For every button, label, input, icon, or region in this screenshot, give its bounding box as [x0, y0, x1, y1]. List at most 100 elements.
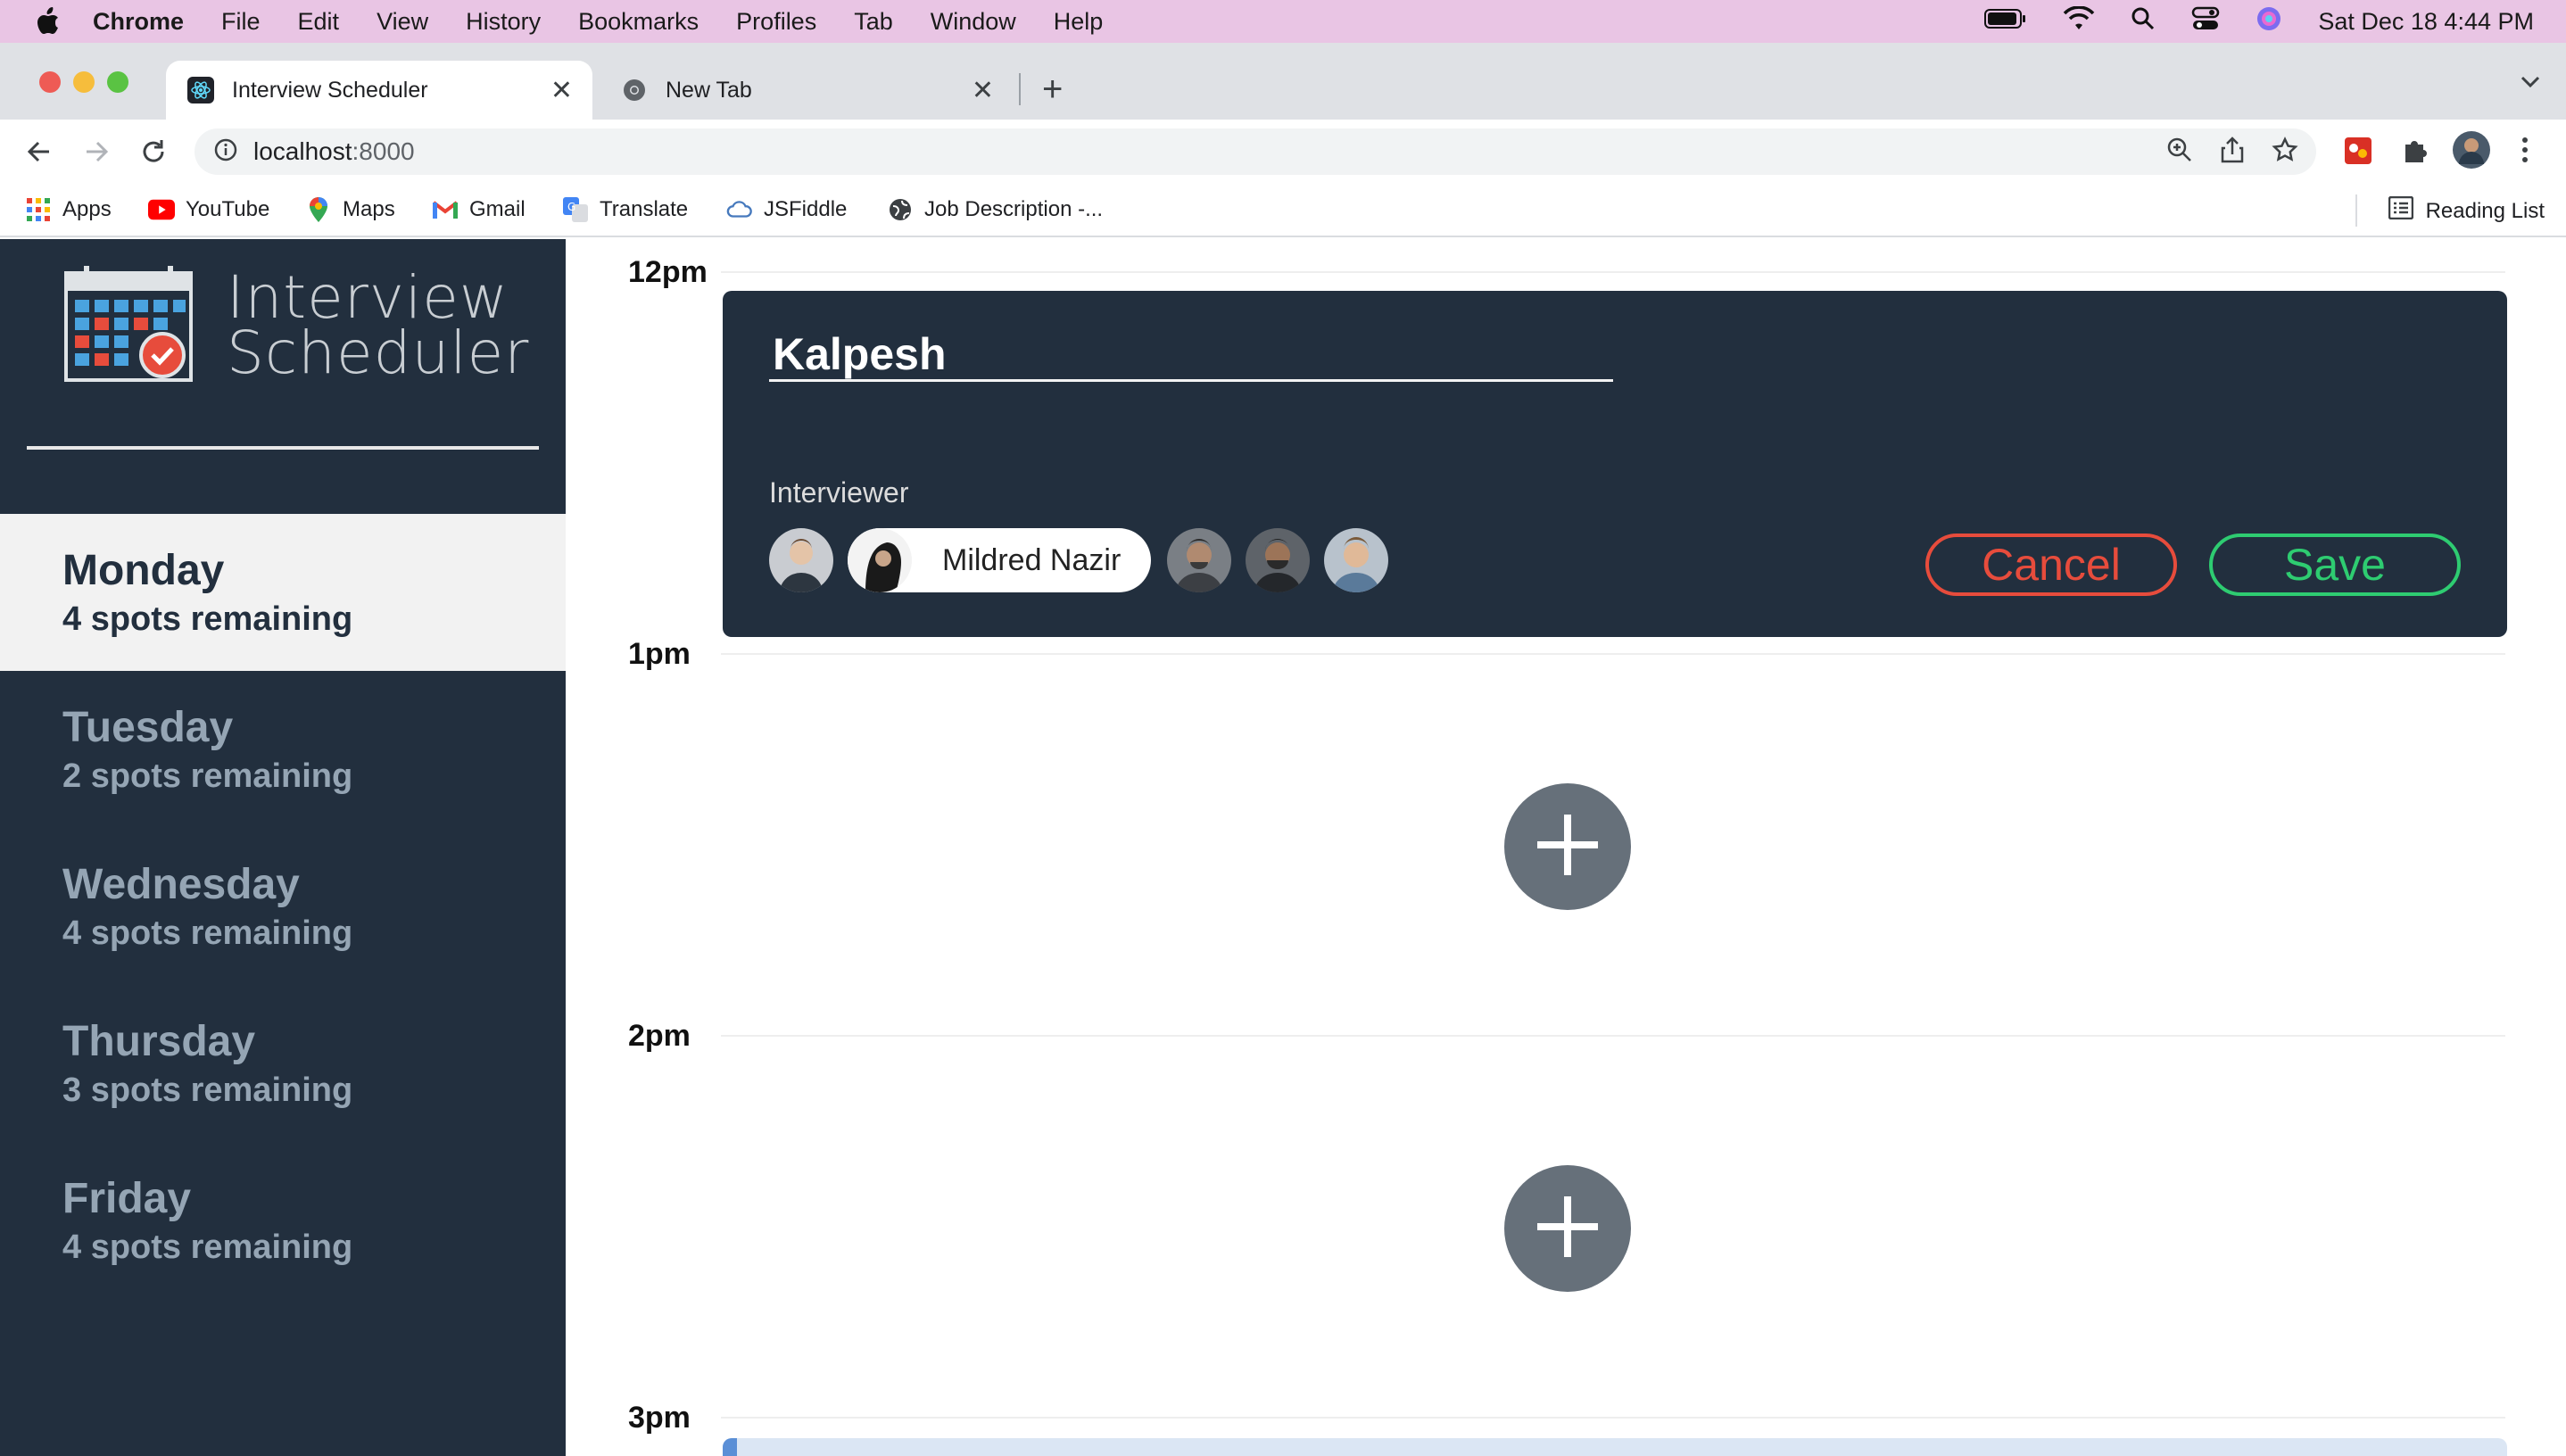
jsfiddle-cloud-icon [726, 196, 753, 223]
bookmark-label: Apps [62, 197, 112, 221]
apps-grid-icon [25, 196, 52, 223]
interviewer-avatar[interactable] [1167, 528, 1232, 592]
chrome-favicon-icon [621, 77, 648, 103]
logo-line-1: Interview [227, 262, 509, 332]
bookmark-label: Translate [600, 197, 689, 221]
bookmark-maps[interactable]: Maps [305, 196, 395, 223]
menu-history[interactable]: History [466, 8, 541, 36]
siri-icon[interactable] [2256, 5, 2282, 38]
reload-icon[interactable] [137, 136, 170, 168]
day-item-friday[interactable]: Friday 4 spots remaining [0, 1142, 566, 1299]
site-info-icon[interactable] [214, 138, 237, 166]
window-minimize-button[interactable] [73, 71, 95, 93]
battery-icon[interactable] [1984, 8, 2027, 36]
day-item-tuesday[interactable]: Tuesday 2 spots remaining [0, 671, 566, 828]
menu-profiles[interactable]: Profiles [736, 8, 816, 36]
plus-icon [1532, 1191, 1603, 1267]
bookmark-job-description[interactable]: Job Description -... [887, 196, 1103, 223]
day-spots: 2 spots remaining [62, 757, 353, 795]
app-logo: Interview Scheduler [64, 264, 529, 386]
appointment-card-partial[interactable] [723, 1438, 2507, 1456]
bookmark-jsfiddle[interactable]: JSFiddle [726, 196, 847, 223]
hour-divider [721, 1035, 2505, 1037]
cancel-button[interactable]: Cancel [1925, 534, 2177, 596]
interviewer-avatar[interactable] [1324, 528, 1389, 592]
menubar-clock[interactable]: Sat Dec 18 4:44 PM [2318, 8, 2534, 36]
student-name-input[interactable] [769, 328, 1613, 382]
day-item-wednesday[interactable]: Wednesday 4 spots remaining [0, 828, 566, 985]
tab-separator [1019, 73, 1021, 105]
tab-new-tab[interactable]: New Tab ✕ [600, 61, 1014, 120]
back-arrow-icon[interactable] [23, 136, 55, 168]
tab-close-icon[interactable]: ✕ [550, 75, 573, 106]
bookmark-star-icon[interactable] [2272, 136, 2298, 168]
day-spots: 4 spots remaining [62, 914, 353, 952]
hour-label-1pm: 1pm [628, 637, 691, 671]
url-host: localhost [253, 137, 352, 165]
bookmark-label: YouTube [186, 197, 270, 221]
add-appointment-button[interactable] [1504, 1165, 1631, 1292]
window-zoom-button[interactable] [107, 71, 128, 93]
bookmark-gmail[interactable]: Gmail [432, 196, 526, 223]
react-favicon-icon [187, 77, 214, 103]
chrome-menu-kebab-icon[interactable] [2520, 136, 2530, 169]
hour-label-12pm: 12pm [628, 255, 708, 289]
interviewer-avatar[interactable] [1246, 528, 1311, 592]
apple-icon[interactable] [32, 6, 62, 37]
day-name: Wednesday [62, 861, 300, 908]
profile-avatar[interactable] [2452, 130, 2491, 174]
url-port: :8000 [352, 137, 415, 165]
tab-close-icon[interactable]: ✕ [972, 75, 994, 106]
window-close-button[interactable] [39, 71, 61, 93]
bookmark-label: Job Description -... [924, 197, 1104, 221]
menu-view[interactable]: View [377, 8, 428, 36]
interview-scheduler-app: Interview Scheduler Monday 4 spots remai… [0, 239, 2566, 1456]
menu-app-name[interactable]: Chrome [93, 8, 184, 36]
globe-icon [887, 196, 914, 223]
day-spots: 4 spots remaining [62, 1228, 353, 1266]
tab-search-chevron-icon[interactable] [2520, 75, 2541, 94]
appointment-card-accent [723, 1438, 737, 1456]
address-bar[interactable]: localhost:8000 [195, 128, 2316, 175]
extensions-puzzle-icon[interactable] [2400, 136, 2429, 169]
day-name: Friday [62, 1175, 192, 1222]
bookmark-apps[interactable]: Apps [25, 196, 112, 223]
control-center-icon[interactable] [2191, 6, 2220, 37]
bookmark-label: Maps [343, 197, 395, 221]
macos-menubar: Chrome File Edit View History Bookmarks … [0, 0, 2566, 43]
menu-edit[interactable]: Edit [298, 8, 340, 36]
hour-divider [721, 653, 2505, 655]
hour-label-3pm: 3pm [628, 1401, 691, 1435]
day-item-monday[interactable]: Monday 4 spots remaining [0, 514, 566, 671]
url-text[interactable]: localhost:8000 [253, 137, 415, 166]
interviewer-avatar[interactable] [769, 528, 833, 592]
day-name: Thursday [62, 1018, 256, 1065]
day-item-thursday[interactable]: Thursday 3 spots remaining [0, 985, 566, 1142]
day-spots: 3 spots remaining [62, 1071, 353, 1109]
menu-tab[interactable]: Tab [854, 8, 893, 36]
menu-file[interactable]: File [221, 8, 261, 36]
bookmark-translate[interactable]: G Translate [562, 196, 688, 223]
extension-red-icon[interactable] [2343, 136, 2373, 170]
forward-arrow-icon[interactable] [80, 136, 112, 168]
spotlight-search-icon[interactable] [2131, 6, 2156, 37]
wifi-icon[interactable] [2063, 4, 2095, 37]
svg-text:G: G [567, 201, 575, 213]
tab-interview-scheduler[interactable]: Interview Scheduler ✕ [166, 61, 592, 120]
add-appointment-button[interactable] [1504, 783, 1631, 910]
sidebar-divider [27, 446, 539, 450]
menu-window[interactable]: Window [931, 8, 1016, 36]
zoom-icon[interactable] [2166, 136, 2193, 168]
bookmark-youtube[interactable]: YouTube [148, 196, 269, 223]
menu-help[interactable]: Help [1054, 8, 1104, 36]
calendar-logo-icon [64, 264, 193, 386]
save-button[interactable]: Save [2209, 534, 2461, 596]
new-tab-plus-icon[interactable]: + [1042, 70, 1063, 110]
hour-label-2pm: 2pm [628, 1019, 691, 1053]
reading-list-button[interactable]: Reading List [2388, 195, 2545, 226]
menu-bookmarks[interactable]: Bookmarks [578, 8, 699, 36]
share-icon[interactable] [2220, 136, 2245, 168]
interviewer-selected-mildred-nazir[interactable]: Mildred Nazir [848, 528, 1152, 592]
bookmark-label: JSFiddle [764, 197, 848, 221]
reading-list-icon [2388, 195, 2413, 226]
